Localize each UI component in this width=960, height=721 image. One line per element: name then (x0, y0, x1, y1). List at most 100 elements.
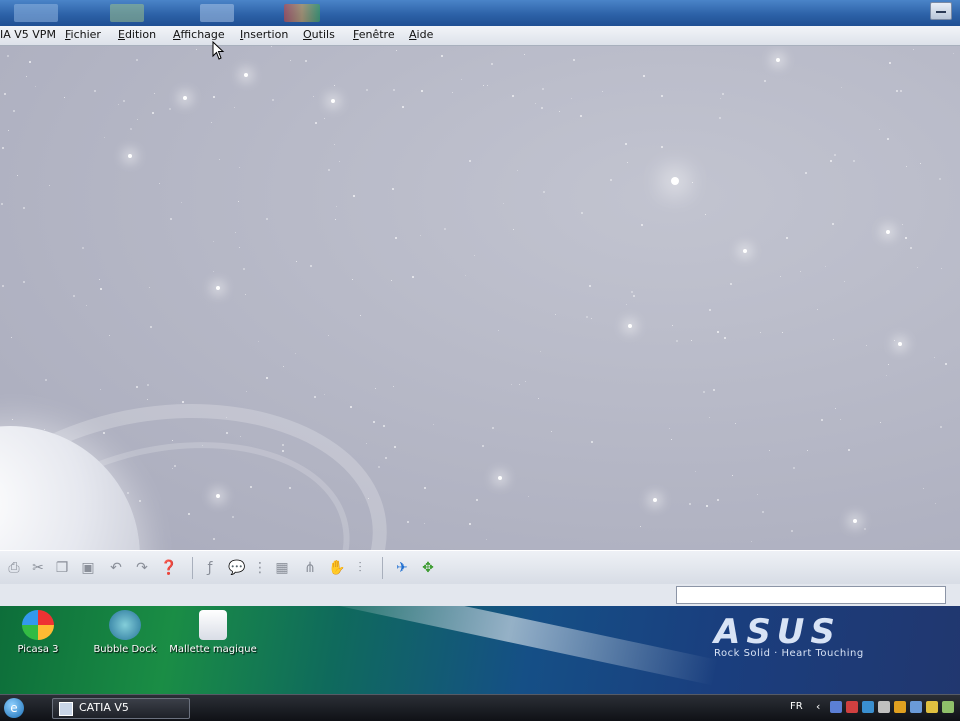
menu-fichier[interactable]: Fichier (65, 28, 101, 41)
star-dust (626, 304, 627, 305)
star-dust (900, 90, 902, 92)
menu-affichage[interactable]: Affichage (173, 28, 225, 41)
menu-fenetre[interactable]: Fenêtre (353, 28, 395, 41)
measure-icon[interactable]: ⋮ (252, 560, 268, 576)
star-dust (817, 309, 818, 310)
star-dust (393, 89, 395, 91)
star-dust (219, 159, 220, 160)
update-icon[interactable] (862, 701, 874, 713)
redo-icon[interactable]: ↷ (134, 560, 150, 576)
star (498, 476, 502, 480)
fit-all-icon[interactable]: ✥ (420, 560, 436, 576)
star-dust (589, 285, 591, 287)
briefcase-icon (199, 610, 227, 640)
toolbar-separator (382, 557, 383, 579)
compass-icon[interactable]: ✈ (394, 560, 410, 576)
whats-this-icon[interactable]: ❓ (160, 560, 177, 576)
star-dust (334, 144, 335, 145)
display-icon[interactable] (910, 701, 922, 713)
star-dust (99, 279, 100, 280)
star-dust (366, 443, 367, 444)
menu-aide[interactable]: Aide (409, 28, 433, 41)
hand-icon[interactable]: ✋ (328, 560, 345, 576)
star-dust (246, 391, 247, 392)
power-icon[interactable] (894, 701, 906, 713)
star (776, 58, 780, 62)
star (216, 286, 220, 290)
paste-icon[interactable]: ▣ (80, 560, 96, 576)
star-dust (709, 417, 710, 418)
thumbnail-2 (110, 4, 144, 22)
star-dust (2, 285, 4, 287)
taskbar: e CATIA V5 FR ‹ (0, 694, 960, 721)
star (853, 519, 857, 523)
command-input[interactable] (676, 586, 946, 604)
star-dust (350, 406, 352, 408)
star-dust (366, 89, 368, 91)
tray-expand-icon[interactable]: ‹ (816, 700, 820, 713)
formula-icon[interactable]: ƒ (202, 560, 218, 576)
star (671, 177, 679, 185)
star-dust (703, 391, 705, 393)
star-dust (64, 97, 65, 98)
star-dust (889, 62, 891, 64)
star-dust (266, 377, 268, 379)
copy-icon[interactable]: ❐ (54, 560, 70, 576)
star-dust (866, 345, 867, 346)
menu-insertion[interactable]: Insertion (240, 28, 288, 41)
star-dust (887, 138, 889, 140)
star-dust (469, 523, 471, 525)
undo-icon[interactable]: ↶ (108, 560, 124, 576)
star-dust (258, 341, 259, 342)
star-dust (412, 276, 414, 278)
align-icon[interactable]: ⫶ (352, 560, 368, 576)
table-icon[interactable]: ▦ (274, 560, 290, 576)
tree-icon[interactable]: ⋔ (302, 560, 318, 576)
star-dust (1, 203, 3, 205)
star-dust (182, 401, 184, 403)
taskbar-item-catia[interactable]: CATIA V5 (52, 698, 190, 719)
star-dust (913, 49, 914, 50)
menu-edition[interactable]: Edition (118, 28, 156, 41)
star-dust (136, 386, 138, 388)
star-dust (169, 108, 171, 110)
minimize-button[interactable] (930, 2, 952, 20)
notification-icon[interactable] (926, 701, 938, 713)
start-button[interactable]: e (4, 698, 24, 718)
cut-icon[interactable]: ✂ (30, 560, 46, 576)
volume-icon[interactable] (878, 701, 890, 713)
star-dust (525, 381, 526, 382)
star-dust (335, 219, 336, 220)
network-icon[interactable] (830, 701, 842, 713)
star-dust (336, 206, 337, 207)
star-dust (283, 366, 284, 367)
comment-icon[interactable]: 💬 (228, 560, 245, 576)
star-dust (835, 408, 836, 409)
desktop-icon-mallette[interactable]: Mallette magique (158, 610, 268, 655)
catia-workspace[interactable] (0, 46, 960, 550)
print-icon[interactable]: ⎙ (6, 560, 22, 576)
security-icon[interactable] (846, 701, 858, 713)
device-icon[interactable] (942, 701, 954, 713)
star-dust (848, 449, 850, 451)
menu-outils[interactable]: Outils (303, 28, 335, 41)
star-dust (82, 247, 84, 249)
star-dust (23, 281, 25, 283)
standard-toolbar: ⎙ ✂ ❐ ▣ ↶ ↷ ❓ ƒ 💬 ⋮ ▦ ⋔ ✋ ⫶ ✈ ✥ (0, 550, 960, 586)
star-dust (395, 237, 397, 239)
star-dust (491, 63, 493, 65)
internet-explorer-icon: e (10, 701, 18, 715)
star-dust (271, 46, 272, 47)
star (653, 498, 657, 502)
asus-tagline: Rock Solid · Heart Touching (714, 648, 864, 659)
star-dust (517, 170, 518, 171)
star-dust (542, 88, 544, 90)
star-dust (917, 267, 918, 268)
star-dust (407, 521, 409, 523)
star-dust (805, 172, 807, 174)
bubble-dock-icon (109, 610, 141, 640)
star-dust (154, 93, 155, 94)
window-title-bar[interactable] (0, 0, 960, 26)
star-dust (840, 419, 841, 420)
language-indicator[interactable]: FR (790, 701, 803, 712)
